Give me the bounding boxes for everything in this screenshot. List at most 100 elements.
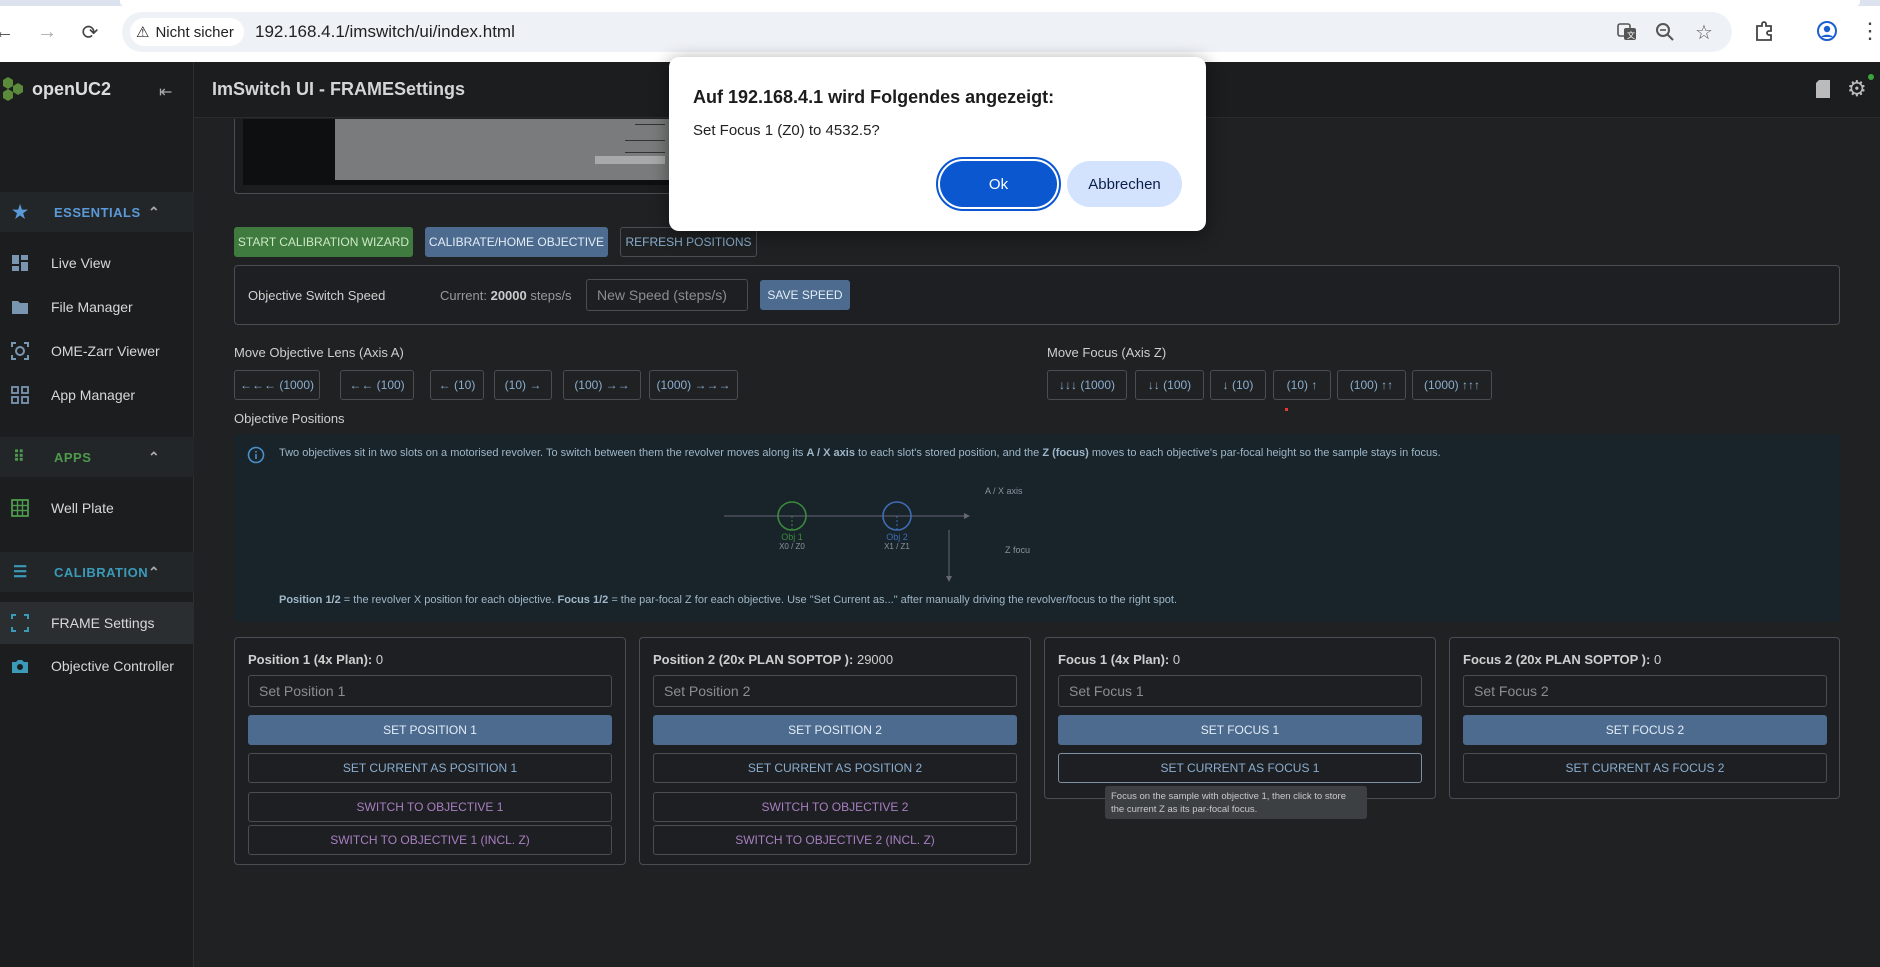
new-speed-input[interactable]: New Speed (steps/s) xyxy=(586,279,748,311)
svg-text:文: 文 xyxy=(1627,30,1635,40)
cursor-dot xyxy=(1285,408,1288,411)
focus-down-10-button[interactable]: ↓ (10) xyxy=(1210,370,1266,400)
position-2-title-text: Position 2 (20x PLAN SOPTOP ): xyxy=(653,652,854,667)
forward-icon[interactable]: → xyxy=(33,18,61,46)
objective-right-100-button[interactable]: (100) →→ xyxy=(563,370,641,400)
position-2-input[interactable]: Set Position 2 xyxy=(653,675,1017,707)
sidebar-item-app-manager[interactable]: App Manager xyxy=(0,374,194,416)
switch-to-objective-2-button[interactable]: SWITCH TO OBJECTIVE 2 xyxy=(653,792,1017,822)
translate-icon[interactable]: 文 xyxy=(1615,20,1639,44)
focus-up-1000-button[interactable]: (1000) ↑↑↑ xyxy=(1412,370,1492,400)
sidebar-item-objective-controller[interactable]: Objective Controller xyxy=(0,645,194,687)
sidebar-item-file-manager[interactable]: File Manager xyxy=(0,286,194,328)
chevron-up-icon: ⌃ xyxy=(148,203,161,220)
info-bold-b: Z (focus) xyxy=(1042,447,1089,459)
camera-icon xyxy=(12,660,28,673)
info-alert: Two objectives sit in two slots on a mot… xyxy=(234,434,1840,622)
info-text: Two objectives sit in two slots on a mot… xyxy=(279,447,1819,459)
security-chip[interactable]: ⚠ Nicht sicher xyxy=(130,18,244,46)
revolver-diagram xyxy=(724,501,970,582)
chevron-up-icon: ⌃ xyxy=(148,563,161,580)
extensions-icon[interactable] xyxy=(1750,17,1778,45)
position-1-card: Position 1 (4x Plan): 0 Set Position 1 S… xyxy=(234,637,626,865)
current-speed-unit: steps/s xyxy=(530,288,572,303)
objective-speed-card: Objective Switch Speed Current: 20000 st… xyxy=(234,265,1840,325)
sidebar: openUC2 ⇤ ★ ESSENTIALS ⌃ Live View File … xyxy=(0,62,194,967)
menu-dots-icon[interactable]: ⋮ xyxy=(1856,17,1880,45)
objective-left-1000-button[interactable]: ←←← (1000) xyxy=(234,370,320,400)
url-text[interactable]: 192.168.4.1/imswitch/ui/index.html xyxy=(255,22,515,42)
info-foot-bold-b: Focus 1/2 xyxy=(557,594,609,606)
section-apps-label: APPS xyxy=(54,449,92,465)
set-focus-2-button[interactable]: SET FOCUS 2 xyxy=(1463,715,1827,745)
zoom-icon[interactable] xyxy=(1653,20,1677,44)
page-title: ImSwitch UI - FRAMESettings xyxy=(212,79,466,99)
info-footer: Position 1/2 = the revolver X position f… xyxy=(279,594,1819,606)
info-text-b: to each slot's stored position, and the xyxy=(854,447,1043,459)
calibrate-home-objective-button[interactable]: CALIBRATE/HOME OBJECTIVE xyxy=(425,227,608,257)
sidebar-item-ome-zarr-viewer[interactable]: OME-Zarr Viewer xyxy=(0,330,194,372)
browser-chrome: ← → ⟳ ⚠ Nicht sicher 192.168.4.1/imswitc… xyxy=(0,0,1880,62)
info-icon xyxy=(247,446,265,464)
refresh-positions-button[interactable]: REFRESH POSITIONS xyxy=(620,227,757,257)
axis-label: A / X axis xyxy=(985,486,1023,496)
switch-to-objective-2-incl-z-button[interactable]: SWITCH TO OBJECTIVE 2 (INCL. Z) xyxy=(653,825,1017,855)
sidebar-item-frame-settings[interactable]: FRAME Settings xyxy=(0,602,194,644)
objective-right-10-button[interactable]: (10) → xyxy=(494,370,552,400)
switch-to-objective-1-button[interactable]: SWITCH TO OBJECTIVE 1 xyxy=(248,792,612,822)
focus-1-input[interactable]: Set Focus 1 xyxy=(1058,675,1422,707)
collapse-menu-icon[interactable]: ⇤ xyxy=(159,82,172,102)
focus-2-input[interactable]: Set Focus 2 xyxy=(1463,675,1827,707)
profile-icon[interactable] xyxy=(1813,17,1841,45)
reload-icon[interactable]: ⟳ xyxy=(76,18,104,46)
set-current-as-focus-1-button[interactable]: SET CURRENT AS FOCUS 1 xyxy=(1058,753,1422,783)
section-apps[interactable]: ⠿ APPS ⌃ xyxy=(0,437,194,477)
section-essentials[interactable]: ★ ESSENTIALS ⌃ xyxy=(0,192,194,232)
objective-left-100-button[interactable]: ←← (100) xyxy=(340,370,414,400)
focus-up-100-button[interactable]: (100) ↑↑ xyxy=(1337,370,1406,400)
current-speed-prefix: Current: xyxy=(440,288,487,303)
status-dot xyxy=(1868,74,1874,80)
set-focus-1-button[interactable]: SET FOCUS 1 xyxy=(1058,715,1422,745)
sidebar-item-live-view[interactable]: Live View xyxy=(0,242,194,284)
position-1-input[interactable]: Set Position 1 xyxy=(248,675,612,707)
star-icon: ★ xyxy=(12,201,29,222)
info-foot-bold-a: Position 1/2 xyxy=(279,594,341,606)
zarr-viewer-icon xyxy=(11,342,29,360)
focus-down-100-button[interactable]: ↓↓ (100) xyxy=(1135,370,1204,400)
position-1-title-text: Position 1 (4x Plan): xyxy=(248,652,373,667)
ok-button[interactable]: Ok xyxy=(936,157,1061,211)
save-speed-button[interactable]: SAVE SPEED xyxy=(760,280,850,310)
info-foot-b: = the par-focal Z for each objective. Us… xyxy=(608,594,1178,606)
start-calibration-wizard-button[interactable]: START CALIBRATION WIZARD xyxy=(234,227,413,257)
address-bar[interactable]: ⚠ Nicht sicher 192.168.4.1/imswitch/ui/i… xyxy=(122,12,1732,52)
objective-left-10-button[interactable]: ← (10) xyxy=(430,370,484,400)
focus-2-card: Focus 2 (20x PLAN SOPTOP ): 0 Set Focus … xyxy=(1449,637,1840,799)
tab-strip xyxy=(0,0,1880,6)
bookmark-star-icon[interactable]: ☆ xyxy=(1692,20,1716,44)
focus-down-1000-button[interactable]: ↓↓↓ (1000) xyxy=(1047,370,1127,400)
set-position-1-button[interactable]: SET POSITION 1 xyxy=(248,715,612,745)
move-objective-label: Move Objective Lens (Axis A) xyxy=(234,345,404,360)
set-position-2-button[interactable]: SET POSITION 2 xyxy=(653,715,1017,745)
well-plate-icon xyxy=(11,499,29,517)
back-icon[interactable]: ← xyxy=(0,18,18,46)
sidebar-item-well-plate[interactable]: Well Plate xyxy=(0,487,194,529)
settings-gear-icon[interactable]: ⚙ xyxy=(1847,76,1867,102)
focus-up-10-button[interactable]: (10) ↑ xyxy=(1273,370,1331,400)
active-tab[interactable] xyxy=(120,0,1860,6)
logo: openUC2 xyxy=(2,76,111,102)
set-current-as-position-2-button[interactable]: SET CURRENT AS POSITION 2 xyxy=(653,753,1017,783)
info-foot-a: = the revolver X position for each objec… xyxy=(340,594,558,606)
section-calibration[interactable]: ☰ CALIBRATION ⌃ xyxy=(0,552,194,592)
set-current-as-position-1-button[interactable]: SET CURRENT AS POSITION 1 xyxy=(248,753,612,783)
logo-text: openUC2 xyxy=(32,78,112,99)
sd-card-icon[interactable] xyxy=(1815,79,1831,104)
set-current-as-focus-2-button[interactable]: SET CURRENT AS FOCUS 2 xyxy=(1463,753,1827,783)
openuc2-logo-icon xyxy=(3,77,23,101)
objective-right-1000-button[interactable]: (1000) →→→ xyxy=(649,370,738,400)
focus-2-value: 0 xyxy=(1653,652,1662,667)
z-axis-label: Z focu xyxy=(1005,545,1031,555)
switch-to-objective-1-incl-z-button[interactable]: SWITCH TO OBJECTIVE 1 (INCL. Z) xyxy=(248,825,612,855)
cancel-button[interactable]: Abbrechen xyxy=(1067,161,1182,207)
